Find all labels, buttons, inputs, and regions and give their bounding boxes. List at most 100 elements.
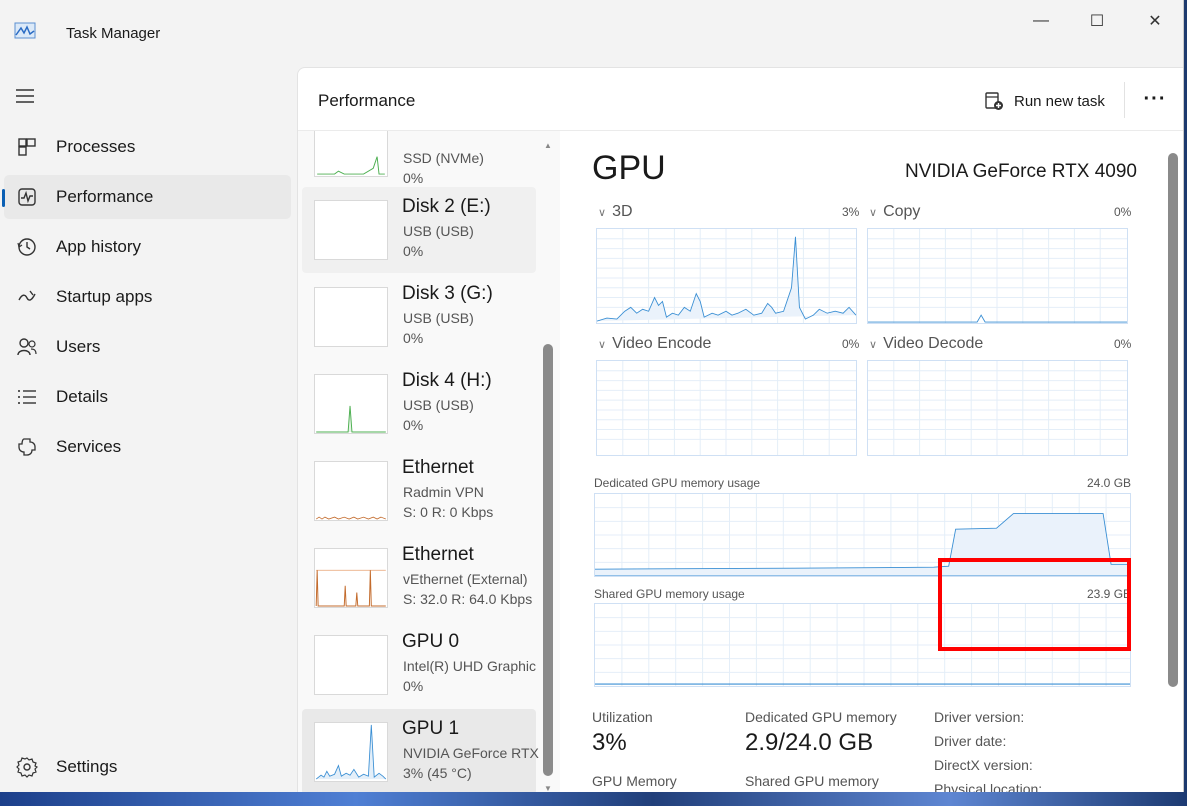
nav-label-processes: Processes [56,137,136,156]
hamburger-menu-icon[interactable] [12,84,40,108]
shared-memory-graph-label: Shared GPU memory usage [594,587,745,601]
gpu-detail-pane: GPU NVIDIA GeForce RTX 4090 ∨ 3D 3% ∨ Copy… [560,131,1183,794]
scrollbar-thumb[interactable] [543,344,553,776]
users-icon [17,338,37,356]
task-manager-app-icon [14,22,36,39]
toolbar-divider [1124,82,1125,118]
device-item-ssd[interactable]: SSD (NVMe) 0% [302,131,536,190]
dedicated-memory-max: 24.0 GB [1087,476,1132,490]
device-item-disk3[interactable]: Disk 3 (G:) USB (USB) 0% [302,274,536,360]
dedicated-memory-graph-label: Dedicated GPU memory usage [594,476,761,490]
main-panel: Performance Run new task ··· SSD (NVMe) … [297,67,1183,794]
engine-selector-video-encode[interactable]: ∨ Video Encode [598,335,711,353]
nav-label-startup-apps: Startup apps [56,287,153,306]
device-name: Disk 4 (H:) [402,370,492,391]
device-value: S: 0 R: 0 Kbps [403,504,494,520]
utilization-label: Utilization [592,709,653,725]
maximize-button[interactable]: ☐ [1074,8,1120,34]
device-value: 0% [403,330,424,346]
nav-label-details: Details [56,387,108,406]
device-name: GPU 0 [402,631,460,652]
nav-item-users[interactable]: Users [4,325,291,369]
device-subtitle: USB (USB) [403,310,474,326]
device-value: S: 32.0 R: 64.0 Kbps [403,591,533,607]
device-thumbnail-graph [314,374,388,434]
utilization-value: 3% [592,729,627,756]
device-name: Ethernet [402,544,474,565]
driver-version-label: Driver version: [934,709,1025,725]
chevron-down-icon: ∨ [598,339,607,351]
device-name: Disk 2 (E:) [402,196,491,217]
nav-label-performance: Performance [56,187,154,206]
nav-item-services[interactable]: Services [4,425,291,469]
device-thumbnail-graph [314,722,388,782]
device-subtitle: NVIDIA GeForce RTX [403,745,539,761]
engine-label: Video Decode [883,335,984,352]
close-button[interactable]: ✕ [1132,8,1178,34]
minimize-button[interactable]: — [1018,8,1064,34]
nav-item-startup-apps[interactable]: Startup apps [4,275,291,319]
device-item-gpu1[interactable]: GPU 1 NVIDIA GeForce RTX 3% (45 °C) [302,709,539,794]
engine-pct: 3% [842,205,860,219]
engine-label: Copy [883,203,921,220]
device-subtitle: USB (USB) [403,223,474,239]
processes-icon [18,138,36,156]
device-value: 0% [403,417,424,433]
device-name: GPU 1 [402,718,460,739]
device-subtitle: USB (USB) [403,397,474,413]
engine-pct: 0% [1114,205,1132,219]
nav-item-processes[interactable]: Processes [4,125,291,169]
device-value: 0% [403,243,424,259]
desktop-wallpaper [0,792,1187,806]
scroll-up-arrow-icon[interactable]: ▲ [544,141,552,150]
detail-scrollbar-thumb[interactable] [1168,153,1178,687]
more-options-button[interactable]: ··· [1140,84,1170,114]
dedicated-memory-value: 2.9/24.0 GB [745,729,874,756]
device-value: 0% [403,678,424,694]
device-list: SSD (NVMe) 0% Disk 2 (E:) USB (USB) 0% D… [298,131,560,794]
chevron-down-icon: ∨ [598,207,607,219]
device-value: 3% (45 °C) [403,765,472,781]
device-subtitle: Intel(R) UHD Graphic [403,658,537,674]
engine-selector-video-decode[interactable]: ∨ Video Decode [869,335,983,353]
driver-date-label: Driver date: [934,733,1007,749]
engine-selector-3d[interactable]: ∨ 3D [598,203,633,221]
highlight-annotation-box [938,558,1131,651]
run-new-task-label: Run new task [1014,92,1105,110]
device-thumbnail-graph [314,200,388,260]
chevron-down-icon: ∨ [869,207,878,219]
device-thumbnail-graph [314,131,388,177]
gpu-model-name: NVIDIA GeForce RTX 4090 [905,161,1137,182]
device-subtitle: SSD (NVMe) [403,150,484,166]
task-manager-window: Task Manager — ☐ ✕ Processes Performance… [0,0,1184,795]
video-decode-graph [867,360,1128,456]
nav-item-settings[interactable]: Settings [4,745,291,789]
engine-pct: 0% [1114,337,1132,351]
engine-selector-copy[interactable]: ∨ Copy [869,203,920,221]
device-subtitle: Radmin VPN [403,484,484,500]
performance-icon [18,188,36,206]
copy-engine-graph [867,228,1128,324]
engine-label: 3D [612,203,633,220]
device-item-ethernet-radmin[interactable]: Ethernet Radmin VPN S: 0 R: 0 Kbps [302,448,536,534]
nav-label-app-history: App history [56,237,142,256]
device-thumbnail-graph [314,287,388,347]
nav-label-users: Users [56,337,101,356]
nav-item-app-history[interactable]: App history [4,225,291,269]
shared-memory-label: Shared GPU memory [745,773,879,789]
nav-item-details[interactable]: Details [4,375,291,419]
device-item-ethernet-vethernet[interactable]: Ethernet vEthernet (External) S: 32.0 R:… [302,535,536,621]
device-item-disk4[interactable]: Disk 4 (H:) USB (USB) 0% [302,361,536,447]
device-list-scrollbar[interactable]: ▲ ▼ [541,141,555,793]
nav-item-performance[interactable]: Performance [2,175,291,219]
device-subtitle: vEthernet (External) [403,571,528,587]
run-task-icon [985,92,1003,110]
device-item-gpu0[interactable]: GPU 0 Intel(R) UHD Graphic 0% [302,622,536,708]
device-item-disk2[interactable]: Disk 2 (E:) USB (USB) 0% [302,187,536,273]
run-new-task-button[interactable]: Run new task [984,86,1105,116]
engine-label: Video Encode [612,335,712,352]
dedicated-memory-label: Dedicated GPU memory [745,709,897,725]
history-icon [17,238,36,256]
startup-icon [18,290,36,301]
device-name: Ethernet [402,457,474,478]
